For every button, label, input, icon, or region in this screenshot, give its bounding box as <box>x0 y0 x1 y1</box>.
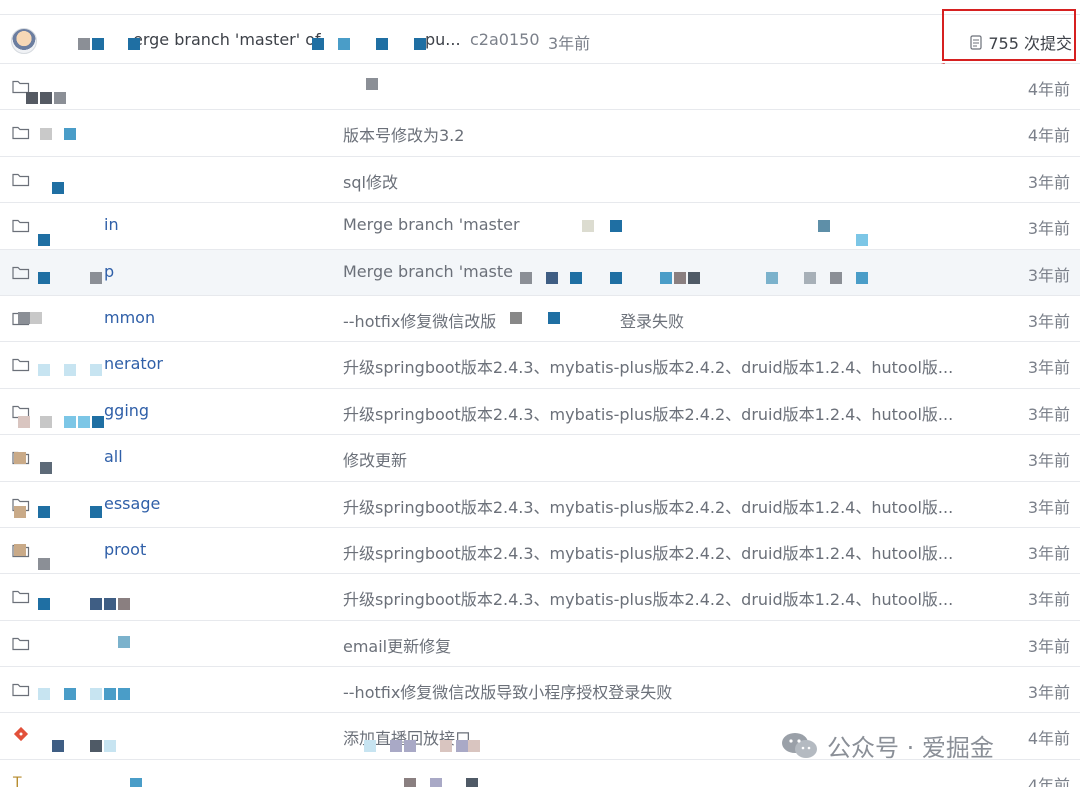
file-commit-message[interactable]: sql修改 <box>343 169 398 193</box>
file-commit-message[interactable]: 版本号修改为3.2 <box>343 122 464 146</box>
file-commit-message[interactable]: 升级springboot版本2.4.3、mybatis-plus版本2.4.2、… <box>343 354 953 378</box>
text-file-icon: T <box>12 774 30 787</box>
file-row[interactable]: 版本号修改为3.2 4年前 <box>0 110 1080 157</box>
file-commit-age: 3年前 <box>1027 404 1070 424</box>
folder-icon <box>12 681 30 697</box>
folder-icon <box>12 356 30 372</box>
folder-icon <box>12 310 30 326</box>
commit-count-label: 755 次提交 <box>988 34 1072 53</box>
file-row[interactable]: all 修改更新 3年前 <box>0 435 1080 482</box>
folder-icon <box>12 78 30 94</box>
file-commit-message[interactable]: Merge branch 'maste <box>343 262 513 281</box>
file-commit-age: 3年前 <box>1027 311 1070 331</box>
file-commit-age: 3年前 <box>1027 451 1070 471</box>
file-commit-message[interactable]: 升级springboot版本2.4.3、mybatis-plus版本2.4.2、… <box>343 494 953 518</box>
file-name-link[interactable]: gging <box>104 401 149 420</box>
folder-icon <box>12 449 30 465</box>
author-avatar[interactable] <box>11 28 37 54</box>
commit-count-link[interactable]: 755 次提交 <box>970 30 1072 54</box>
file-row[interactable]: 4年前 <box>0 64 1080 111</box>
file-commit-age: 4年前 <box>1027 775 1070 787</box>
file-row[interactable]: 升级springboot版本2.4.3、mybatis-plus版本2.4.2、… <box>0 574 1080 621</box>
folder-icon <box>12 496 30 512</box>
file-commit-age: 4年前 <box>1027 80 1070 99</box>
file-row[interactable]: proot 升级springboot版本2.4.3、mybatis-plus版本2… <box>0 527 1080 575</box>
file-commit-age: 3年前 <box>1027 265 1070 285</box>
file-commit-message-suffix: 登录失败 <box>620 311 685 331</box>
file-commit-age: 3年前 <box>1027 497 1070 517</box>
file-commit-age: 3年前 <box>1027 683 1070 703</box>
file-row[interactable]: gging 升级springboot版本2.4.3、mybatis-plus版本2… <box>0 388 1080 436</box>
folder-icon <box>12 217 30 233</box>
file-commit-age: 3年前 <box>1027 543 1070 563</box>
file-row[interactable]: p Merge branch 'maste 3年前 <box>0 249 1080 296</box>
latest-commit-bar[interactable]: erge branch 'master' of pu... c2a0150 3年… <box>0 15 1080 64</box>
folder-icon <box>12 542 30 558</box>
folder-icon <box>12 403 30 419</box>
file-commit-message[interactable]: 升级springboot版本2.4.3、mybatis-plus版本2.4.2、… <box>343 586 953 610</box>
file-commit-message[interactable]: 添加直播回放接口 <box>343 725 471 749</box>
watermark: 公众号 · 爱掘金 <box>781 728 994 763</box>
file-commit-age: 3年前 <box>1027 172 1070 192</box>
file-commit-message[interactable]: email更新修复 <box>343 633 451 657</box>
folder-icon <box>12 264 30 280</box>
file-commit-message[interactable]: 升级springboot版本2.4.3、mybatis-plus版本2.4.2、… <box>343 401 953 425</box>
file-commit-age: 3年前 <box>1027 358 1070 378</box>
file-name-link[interactable]: mmon <box>104 308 155 327</box>
latest-commit-hash[interactable]: c2a0150 <box>470 30 540 49</box>
file-row[interactable]: essage 升级springboot版本2.4.3、mybatis-plus版本… <box>0 481 1080 528</box>
file-name-link[interactable]: in <box>104 215 119 234</box>
file-row[interactable]: mmon --hotfix修复微信改版 登录失败 3年前 <box>0 295 1080 343</box>
git-icon <box>12 727 30 743</box>
file-commit-message[interactable]: 修改更新 <box>343 447 407 471</box>
file-commit-message[interactable]: 升级springboot版本2.4.3、mybatis-plus版本2.4.2、… <box>343 540 953 564</box>
file-commit-message[interactable]: --hotfix修复微信改版 <box>343 308 496 332</box>
file-name-link[interactable]: p <box>104 262 114 281</box>
folder-icon <box>12 588 30 604</box>
watermark-text: 公众号 · 爱掘金 <box>827 734 994 762</box>
file-list: 4年前 版本号修改为3.2 4年前 sql修改 3年前 in Merge branch 'm… <box>0 64 1080 787</box>
svg-text:T: T <box>12 775 22 787</box>
file-commit-message[interactable]: Merge branch 'master <box>343 215 520 234</box>
file-commit-age: 3年前 <box>1027 636 1070 656</box>
file-commit-age: 3年前 <box>1027 590 1070 610</box>
file-commit-age: 4年前 <box>1027 729 1070 749</box>
document-icon <box>970 34 982 50</box>
file-commit-message[interactable]: --hotfix修复微信改版导致小程序授权登录失败 <box>343 679 672 703</box>
folder-icon <box>12 124 30 140</box>
file-name-link[interactable]: all <box>104 447 123 466</box>
latest-commit-message[interactable]: erge branch 'master' of <box>133 30 321 49</box>
repository-file-browser: erge branch 'master' of pu... c2a0150 3年… <box>0 0 1080 787</box>
file-row[interactable]: email更新修复 3年前 <box>0 620 1080 668</box>
file-commit-age: 4年前 <box>1027 126 1070 146</box>
file-name-link[interactable]: essage <box>104 494 160 513</box>
latest-commit-age: 3年前 <box>548 34 591 53</box>
file-row[interactable]: in Merge branch 'master 3年前 <box>0 203 1080 250</box>
file-name-link[interactable]: nerator <box>104 354 163 373</box>
folder-icon <box>12 635 30 651</box>
latest-commit-ellipsis: pu... <box>425 30 461 49</box>
file-row[interactable]: T 4年前 <box>0 759 1080 787</box>
file-row[interactable]: nerator 升级springboot版本2.4.3、mybatis-plus版… <box>0 342 1080 389</box>
file-commit-age: 3年前 <box>1027 219 1070 239</box>
file-row[interactable]: --hotfix修复微信改版导致小程序授权登录失败 3年前 <box>0 667 1080 714</box>
file-row[interactable]: sql修改 3年前 <box>0 156 1080 204</box>
file-name-link[interactable]: proot <box>104 540 146 559</box>
wechat-icon <box>782 732 817 758</box>
folder-icon <box>12 171 30 187</box>
